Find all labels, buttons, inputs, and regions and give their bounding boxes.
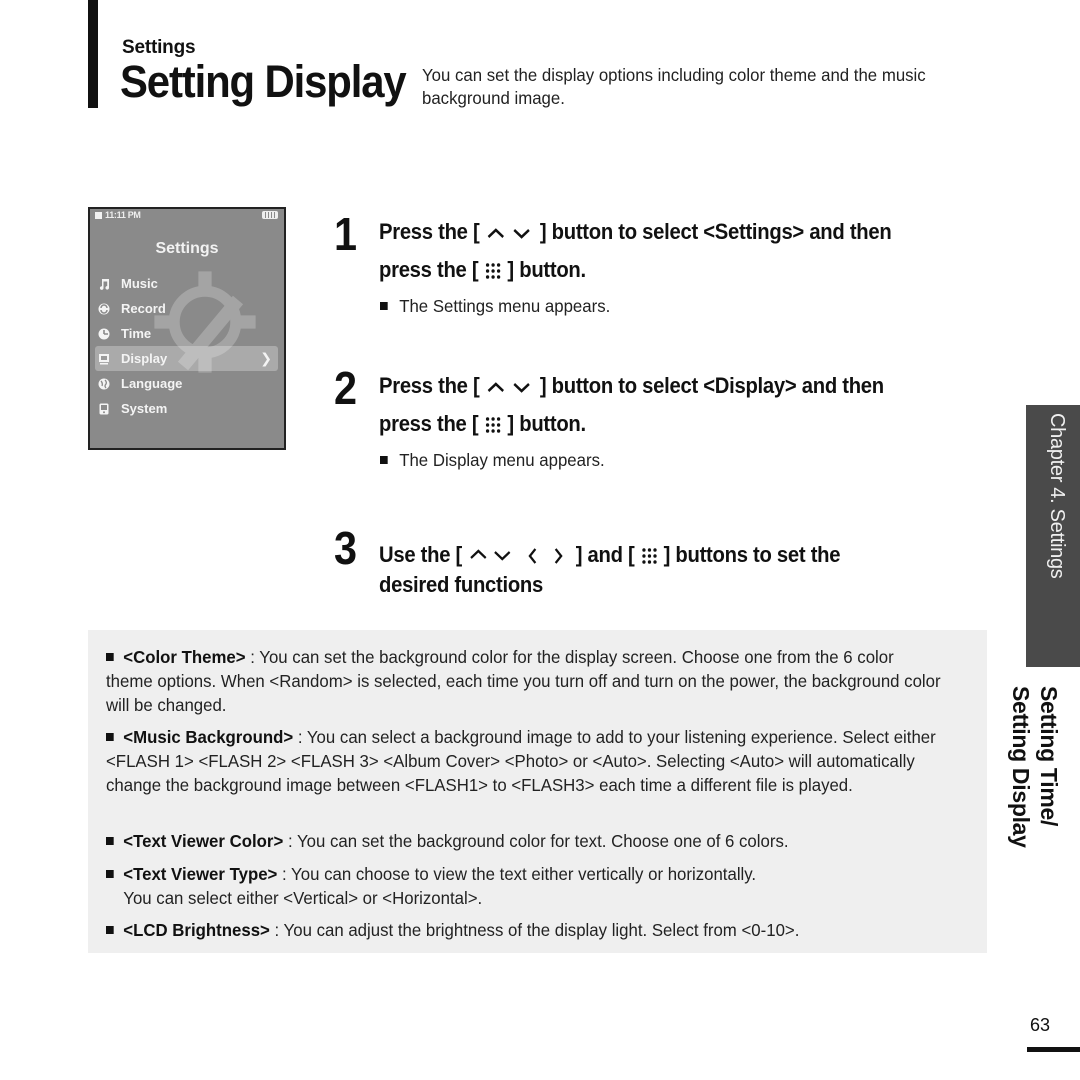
menu-button-icon [485,417,501,433]
option-text-viewer-type: <Text Viewer Type> : You can choose to v… [106,862,941,910]
system-icon [98,403,110,415]
step-text: ] button to select <Settings> and then [539,219,892,244]
step-note: The Display menu appears. [380,450,605,471]
up-down-button-icon [487,228,530,239]
step-instruction-line: Use the [ ] and [ ] buttons to set the [379,542,841,568]
option-text-viewer-color: <Text Viewer Color> : You can set the ba… [106,829,941,853]
step-text: Press the [ [379,219,480,244]
step-text: ] button to select <Display> and then [539,373,884,398]
header-accent-bar [88,0,98,108]
menu-button-icon [641,548,657,564]
bullet-icon [380,302,388,310]
option-description: : You can set the background color for t… [283,831,789,851]
screen-menu-item-music: Music [90,271,284,296]
navigation-buttons-icon [470,548,563,564]
screen-menu-item-record: Record [90,296,284,321]
option-term: <Text Viewer Type> [123,864,278,884]
screen-menu-label: Display [121,351,168,366]
bullet-icon [380,456,388,464]
display-icon [98,353,110,365]
status-bar: 11:11 PM [90,209,284,223]
step-instruction-line: Press the [ ] button to select <Settings… [379,219,892,245]
step-text: press the [ [379,257,479,282]
chevron-right-icon: ❯ [260,350,272,366]
step-text: ] buttons to set the [663,542,841,567]
option-description-continued: You can select either <Vertical> or <Hor… [123,888,483,908]
screen-menu-label: Music [121,276,158,291]
globe-icon [98,378,110,390]
option-term: <LCD Brightness> [123,920,270,940]
screen-menu-label: Record [121,301,166,316]
screen-title: Settings [155,240,219,257]
screen-menu-item-language: Language [90,371,284,396]
bullet-icon [106,733,114,741]
battery-icon [262,211,278,219]
step-text: ] and [ [575,542,635,567]
page-number-rule [1027,1047,1080,1052]
screen-menu-label: Time [121,326,152,341]
side-heading-line1: Setting Time/ [1036,686,1062,827]
option-color-theme: <Color Theme> : You can set the backgrou… [106,645,941,717]
step-instruction-line: Press the [ ] button to select <Display>… [379,373,884,399]
menu-button-icon [485,263,501,279]
step-number: 2 [334,362,358,414]
bullet-icon [106,870,114,878]
screen-menu: Music Record Time Display ❯ Language Sys… [90,271,284,421]
status-time: 11:11 PM [105,210,141,220]
up-down-button-icon [487,382,530,393]
step-text: press the [ [379,411,479,436]
step-text: Use the [ [379,542,463,567]
step-number: 3 [334,522,358,574]
bullet-icon [106,837,114,845]
device-screen: 11:11 PM Settings Music Record Time Disp… [88,207,286,450]
option-term: <Text Viewer Color> [123,831,284,851]
bullet-icon [106,653,114,661]
step-note: The Settings menu appears. [380,296,610,317]
screen-menu-item-system: System [90,396,284,421]
option-term: <Color Theme> [123,647,246,667]
page-title: Setting Display [120,56,407,107]
step-note-text: The Settings menu appears. [399,296,611,316]
step-instruction-line: press the [ ] button. [379,411,586,437]
step-note-text: The Display menu appears. [399,450,605,470]
step-instruction-line: desired functions [379,572,544,597]
options-panel: <Color Theme> : You can set the backgrou… [88,630,987,953]
option-description: : You can choose to view the text either… [277,864,757,884]
screen-menu-item-display: Display ❯ [95,346,278,371]
status-square-icon [95,212,102,219]
side-heading-line2: Setting Display [1008,686,1034,848]
step-text: Press the [ [379,373,480,398]
record-icon [98,303,110,315]
screen-menu-label: System [121,401,168,416]
clock-icon [98,328,110,340]
chapter-tab-label: Chapter 4. Settings [1046,413,1068,579]
music-note-icon [98,278,110,290]
screen-menu-label: Language [121,376,183,391]
option-description: : You can adjust the brightness of the d… [269,920,800,940]
step-number: 1 [334,208,358,260]
step-instruction-line: press the [ ] button. [379,257,586,283]
page-number: 63 [1030,1015,1051,1035]
bullet-icon [106,926,114,934]
step-text: ] button. [507,411,586,436]
option-music-background: <Music Background> : You can select a ba… [106,725,941,797]
option-lcd-brightness: <LCD Brightness> : You can adjust the br… [106,918,941,942]
step-text: ] button. [507,257,586,282]
screen-menu-item-time: Time [90,321,284,346]
option-term: <Music Background> [123,727,294,747]
page-description: You can set the display options includin… [422,65,926,108]
